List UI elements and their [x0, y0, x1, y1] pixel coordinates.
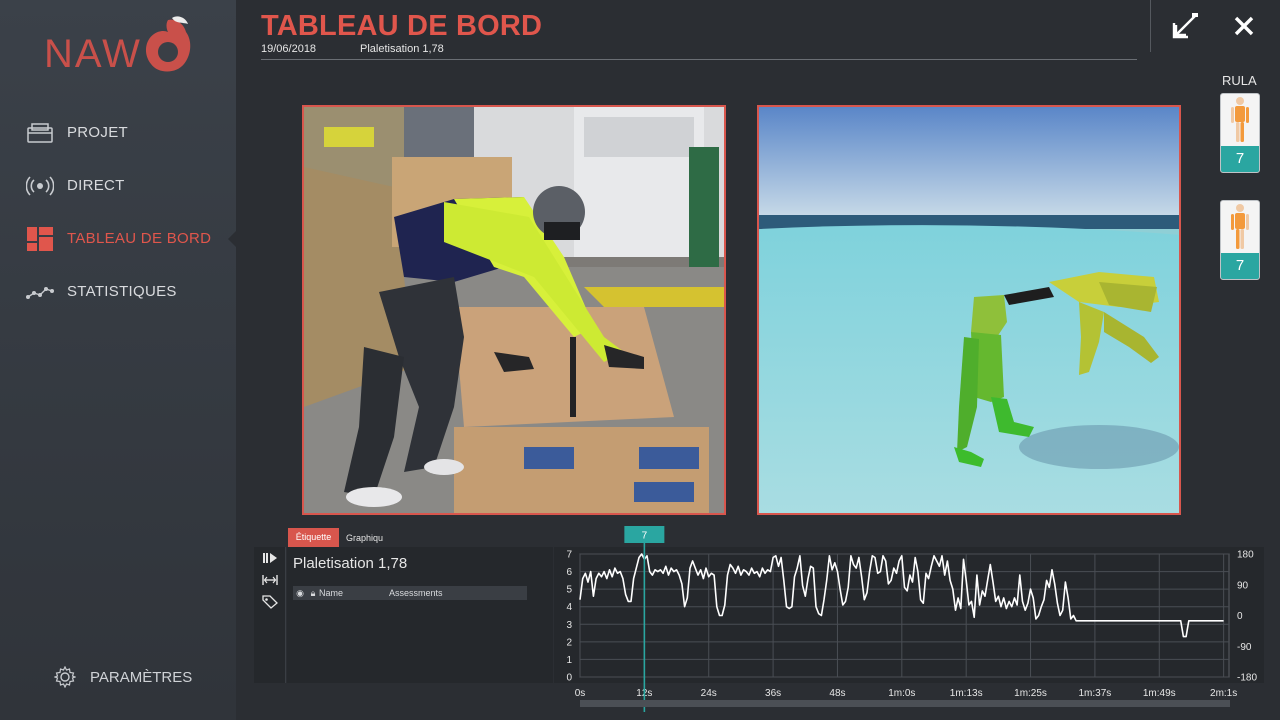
folder-icon: [26, 122, 54, 144]
tag-icon: [262, 595, 278, 609]
x-tick-label: 1m:25s: [1014, 688, 1047, 699]
x-tick-label: 0s: [575, 688, 586, 699]
tag-button[interactable]: [254, 591, 286, 613]
list-column-header: ◉ 🔒︎ Name Assessments: [293, 586, 527, 600]
line-chart-icon: [26, 281, 54, 303]
app-logo: NAW: [44, 14, 204, 78]
x-tick-label: 1m:49s: [1143, 688, 1176, 699]
session-date: 19/06/2018: [261, 43, 317, 55]
play-pause-icon: [263, 553, 277, 563]
session-name: Plaletisation 1,78: [360, 43, 444, 55]
column-assessments[interactable]: Assessments: [389, 588, 443, 598]
nav-item-statistiques[interactable]: STATISTIQUES: [0, 265, 236, 318]
list-title: Plaletisation 1,78: [293, 555, 408, 572]
camera-video-view[interactable]: [302, 105, 726, 515]
minimize-window-button[interactable]: [1150, 0, 1218, 52]
playhead-value: 7: [642, 531, 648, 542]
nav-item-direct[interactable]: DIRECT: [0, 159, 236, 212]
fit-range-button[interactable]: [254, 569, 286, 591]
rula-label: RULA: [1222, 73, 1257, 88]
x-tick-label: 12s: [636, 688, 652, 699]
broadcast-icon: [26, 175, 54, 197]
shrink-arrow-icon: [1172, 13, 1198, 39]
tab-etiquette[interactable]: Étiquette: [288, 528, 339, 547]
x-tick-label: 1m:13s: [950, 688, 983, 699]
nav-label: TABLEAU DE BORD: [67, 230, 212, 247]
timeline-scrubber[interactable]: [580, 700, 1230, 707]
lock-icon[interactable]: 🔒︎: [307, 588, 319, 599]
settings-label: PARAMÈTRES: [90, 668, 193, 686]
header-divider: [261, 59, 1137, 60]
tab-graphique[interactable]: Graphiqu: [346, 533, 383, 543]
sidebar: NAW PROJET DIRECT TABLEAU DE BORD STATIS…: [0, 0, 237, 720]
logo-drop-icon: [145, 16, 191, 72]
rula-card-right[interactable]: 7: [1220, 93, 1260, 173]
rula-card-left[interactable]: 7: [1220, 200, 1260, 280]
nav-item-tableau-de-bord[interactable]: TABLEAU DE BORD: [0, 212, 237, 265]
body-orange-right-icon: [1221, 94, 1259, 146]
x-tick-label: 24s: [701, 688, 717, 699]
settings-button[interactable]: PARAMÈTRES: [54, 666, 192, 688]
nav-item-projet[interactable]: PROJET: [0, 106, 236, 159]
avatar-3d-view[interactable]: [757, 105, 1181, 515]
close-icon: [1234, 16, 1254, 36]
nav-label: STATISTIQUES: [67, 283, 177, 300]
avatar-3d-image: [759, 107, 1179, 513]
playhead-marker[interactable]: [624, 526, 665, 543]
rula-score: 7: [1221, 253, 1259, 279]
page-title: TABLEAU DE BORD: [261, 10, 543, 42]
warehouse-camera-image: [304, 107, 724, 513]
body-orange-left-icon: [1221, 201, 1259, 253]
column-name[interactable]: Name: [319, 588, 389, 598]
logo-text: NAW: [44, 32, 142, 76]
x-tick-label: 48s: [829, 688, 845, 699]
expand-horizontal-icon: [262, 575, 278, 585]
timeline-toolbar: [254, 547, 286, 683]
assessment-chart-panel: [554, 547, 1264, 683]
rula-score: 7: [1221, 146, 1259, 172]
x-tick-label: 36s: [765, 688, 781, 699]
gear-icon: [54, 666, 76, 688]
x-tick-label: 1m:37s: [1079, 688, 1112, 699]
nav-label: PROJET: [67, 124, 128, 141]
close-window-button[interactable]: [1218, 0, 1270, 52]
visibility-eye-icon[interactable]: ◉: [293, 588, 307, 599]
main-nav: PROJET DIRECT TABLEAU DE BORD STATISTIQU…: [0, 106, 237, 318]
x-tick-label: 1m:0s: [888, 688, 915, 699]
play-button[interactable]: [254, 547, 286, 569]
nav-label: DIRECT: [67, 177, 125, 194]
x-tick-label: 2m:1s: [1210, 688, 1237, 699]
label-list-panel: Plaletisation 1,78 ◉ 🔒︎ Name Assessments: [287, 547, 553, 683]
dashboard-icon: [26, 226, 54, 251]
app-window: NAW PROJET DIRECT TABLEAU DE BORD STATIS…: [0, 0, 1280, 720]
